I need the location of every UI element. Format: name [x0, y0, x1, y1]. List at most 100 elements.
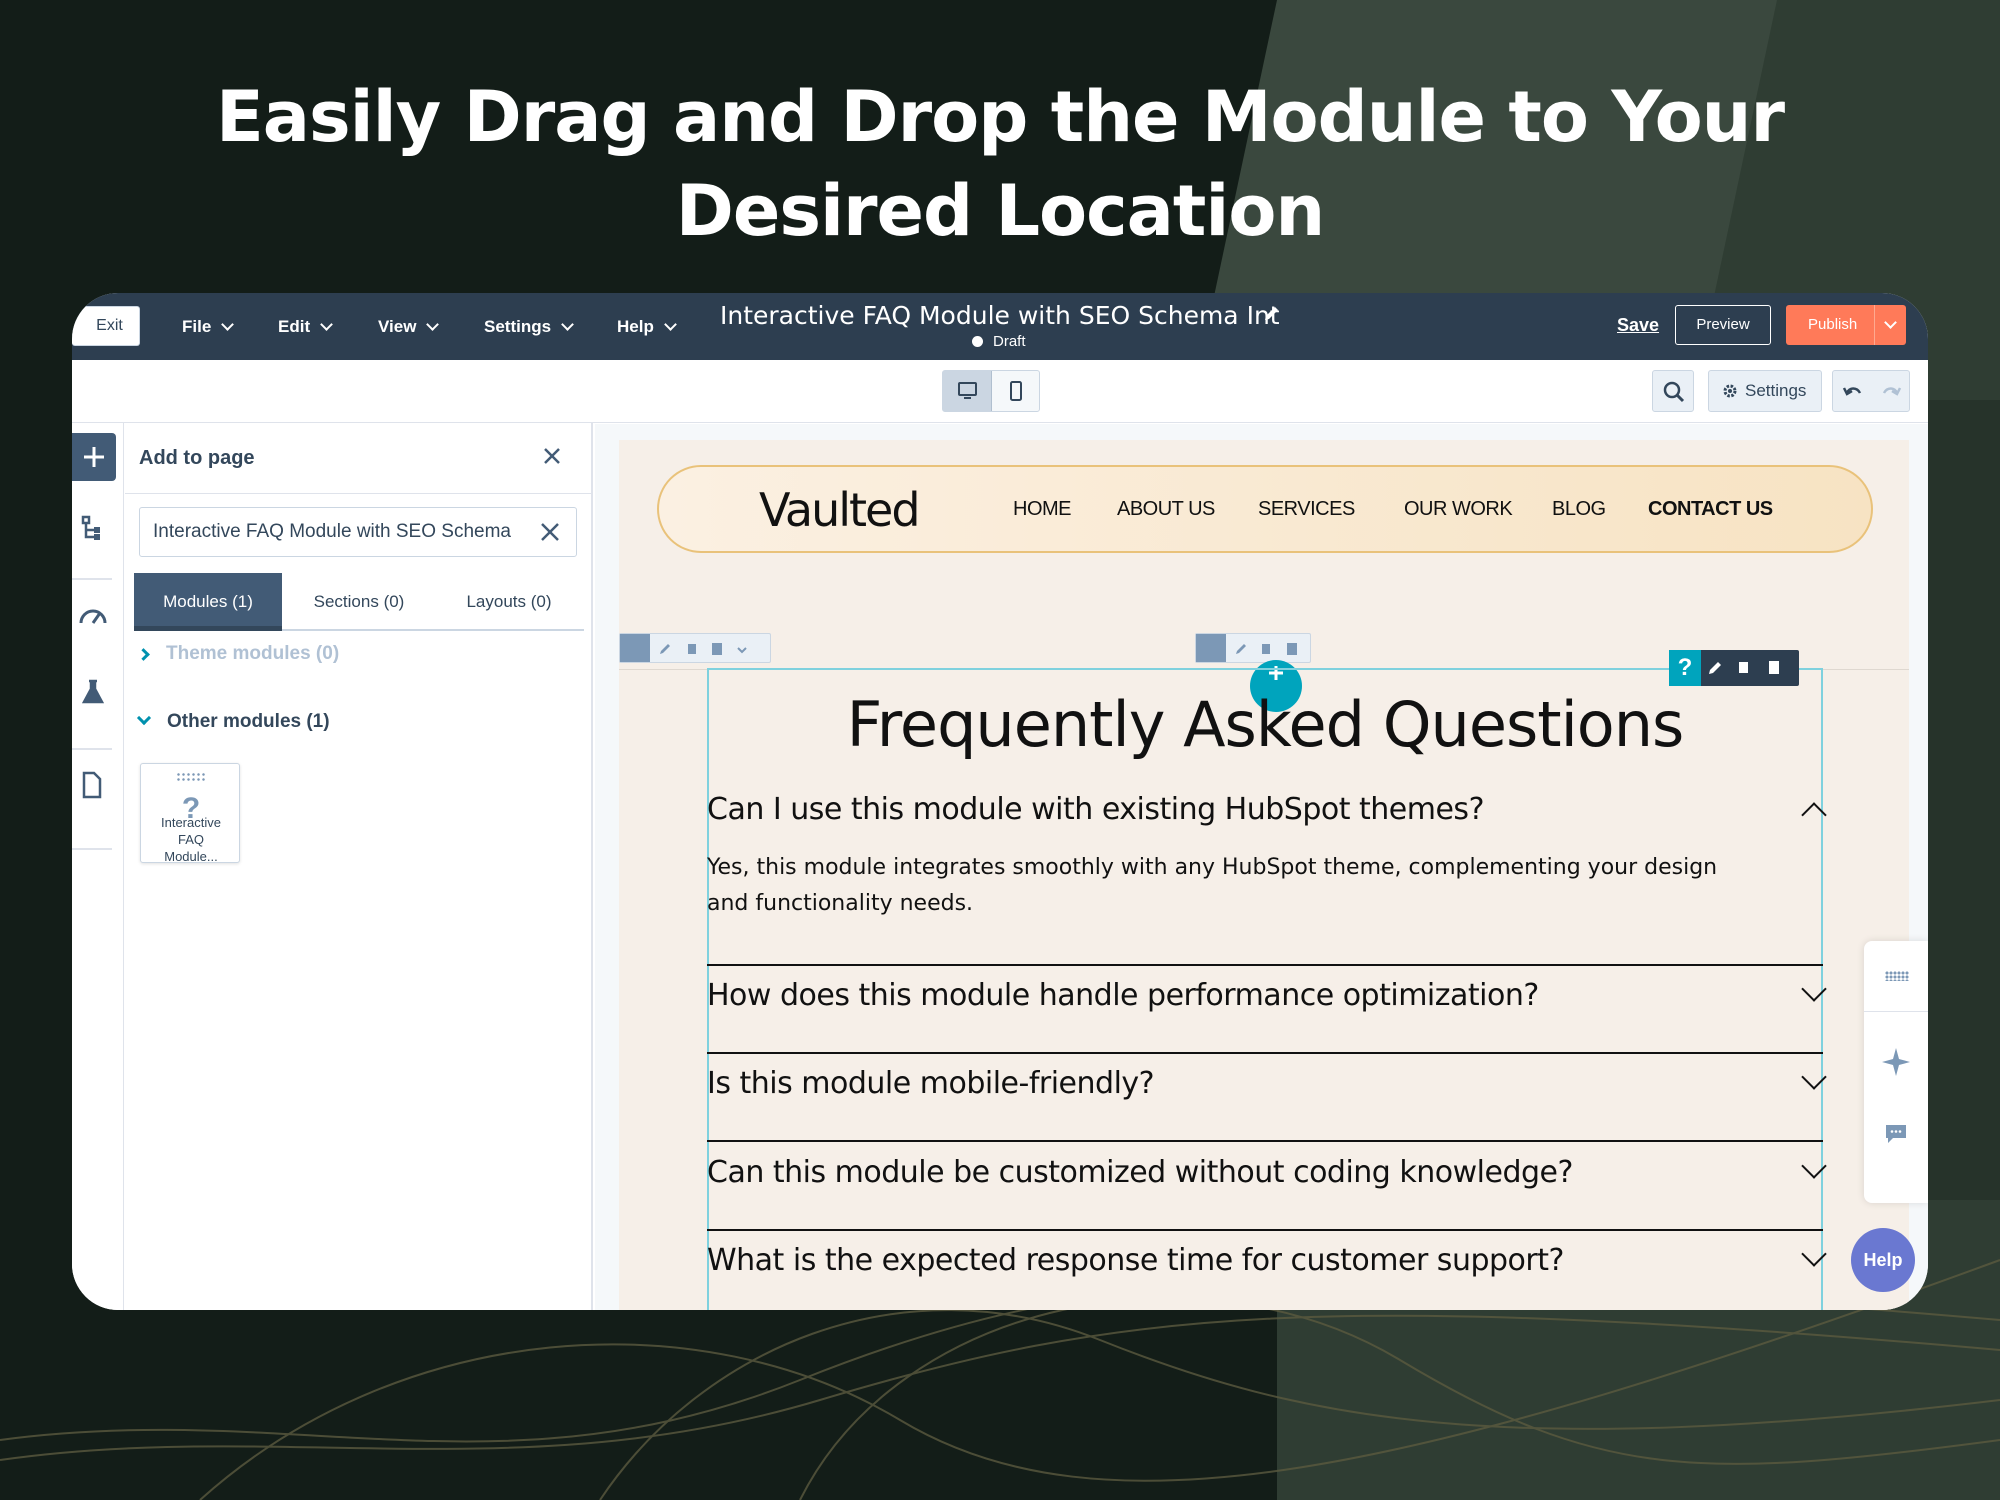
add-button[interactable]: [72, 433, 116, 481]
faq-question[interactable]: What is the expected response time for c…: [707, 1241, 1827, 1278]
rail-divider: [72, 578, 112, 580]
preview-button[interactable]: Preview: [1675, 305, 1771, 345]
chevron-down-icon[interactable]: [1801, 976, 1827, 1002]
faq-answer: Yes, this module integrates smoothly wit…: [707, 855, 1718, 916]
performance-gauge-icon[interactable]: [78, 603, 108, 627]
site-navbar: Vaulted HOME ABOUT US SERVICES OUR WORK …: [657, 465, 1873, 553]
module-actions-icons[interactable]: [1705, 658, 1797, 678]
faq-question-text: Is this module mobile-friendly?: [707, 1066, 1155, 1101]
status-dot-icon: [972, 336, 983, 347]
module-card-label-line: FAQ: [177, 832, 204, 847]
faq-question-text: What is the expected response time for c…: [707, 1243, 1564, 1278]
flask-test-icon[interactable]: [80, 678, 106, 706]
chevron-down-icon: [136, 710, 152, 726]
faq-title: Frequently Asked Questions: [846, 688, 1685, 761]
rail-divider: [72, 748, 112, 750]
close-icon[interactable]: [543, 447, 561, 465]
chevron-down-icon[interactable]: [1801, 1241, 1827, 1267]
drag-handle-icon[interactable]: [1885, 971, 1909, 981]
undo-icon[interactable]: [1841, 381, 1865, 401]
nav-contact-us[interactable]: CONTACT US: [1648, 498, 1773, 521]
layers-tree-icon[interactable]: [80, 515, 104, 543]
undo-redo-group: [1832, 370, 1910, 412]
exit-button[interactable]: Exit: [72, 306, 140, 346]
theme-modules-label: Theme modules (0): [166, 643, 340, 664]
chevron-down-icon[interactable]: [1801, 1064, 1827, 1090]
chevron-down-icon: [221, 317, 235, 331]
module-card-label-line: Module...: [164, 849, 218, 864]
search-icon: [1663, 381, 1685, 403]
headline-line-1: Easily Drag and Drop the Module to Your: [215, 76, 1785, 158]
menu-edit[interactable]: Edit: [278, 293, 333, 360]
help-button[interactable]: Help: [1851, 1228, 1915, 1292]
nav-about-us[interactable]: ABOUT US: [1117, 498, 1215, 521]
column-actions-icons[interactable]: [1232, 640, 1308, 658]
publish-options-chevron-icon[interactable]: [1874, 305, 1906, 345]
nav-our-work[interactable]: OUR WORK: [1404, 498, 1513, 521]
drag-handle-icon[interactable]: [176, 772, 206, 782]
page-preview: Vaulted HOME ABOUT US SERVICES OUR WORK …: [619, 440, 1909, 1310]
clear-search-icon[interactable]: [539, 521, 561, 543]
mobile-view-button[interactable]: [992, 371, 1040, 411]
faq-module-card[interactable]: ? Interactive FAQ Module...: [140, 763, 240, 864]
menu-file[interactable]: File: [182, 293, 235, 360]
menu-help[interactable]: Help: [617, 293, 677, 360]
panel-tabs: Modules (1) Sections (0) Layouts (0): [134, 573, 584, 631]
publish-label: Publish: [1808, 316, 1858, 333]
module-help-icon[interactable]: ?: [1669, 650, 1701, 686]
other-modules-toggle[interactable]: Other modules (1): [136, 710, 330, 733]
faq-question-text: How does this module handle performance …: [707, 978, 1539, 1013]
faq-question[interactable]: Can this module be customized without co…: [707, 1153, 1827, 1190]
chevron-up-icon[interactable]: [1801, 802, 1827, 828]
desktop-view-button[interactable]: [943, 371, 992, 411]
redo-icon[interactable]: [1879, 381, 1903, 401]
faq-divider: [707, 964, 1823, 966]
module-search-input[interactable]: Interactive FAQ Module with SEO Schema: [139, 507, 577, 557]
device-toggle: [942, 370, 1040, 412]
tab-sections[interactable]: Sections (0): [284, 573, 434, 631]
menu-edit-label: Edit: [278, 316, 311, 336]
faq-divider: [707, 1052, 1823, 1054]
rail-divider: [72, 848, 112, 850]
settings-label: Settings: [1745, 381, 1807, 400]
tab-modules[interactable]: Modules (1): [134, 573, 282, 631]
faq-divider: [707, 1229, 1823, 1231]
search-button[interactable]: [1652, 370, 1694, 412]
ai-sparkle-icon[interactable]: [1880, 1046, 1912, 1078]
chevron-down-icon[interactable]: [1801, 1153, 1827, 1179]
menu-help-label: Help: [617, 316, 654, 336]
row-actions-icons[interactable]: [656, 640, 766, 658]
module-card-label-line: Interactive: [161, 815, 221, 830]
menu-file-label: File: [182, 316, 212, 336]
site-logo[interactable]: Vaulted: [759, 483, 921, 537]
nav-home[interactable]: HOME: [1013, 498, 1072, 521]
menu-settings[interactable]: Settings: [484, 293, 574, 360]
faq-question[interactable]: Is this module mobile-friendly?: [707, 1064, 1827, 1101]
pencil-icon[interactable]: [1262, 303, 1282, 323]
faq-question[interactable]: How does this module handle performance …: [707, 976, 1827, 1013]
editor-window: Exit File Edit View Settings Help Intera…: [72, 293, 1928, 1310]
page-document-icon[interactable]: [80, 770, 104, 800]
column-layout-icon[interactable]: [1196, 634, 1226, 662]
faq-question[interactable]: Can I use this module with existing HubS…: [707, 792, 1827, 828]
settings-button[interactable]: Settings: [1708, 370, 1822, 412]
chevron-down-icon: [426, 317, 440, 331]
nav-blog[interactable]: BLOG: [1552, 498, 1606, 521]
nav-services[interactable]: SERVICES: [1258, 498, 1355, 521]
chevron-right-icon: [137, 648, 150, 661]
editor-toolbar: Settings: [72, 360, 1928, 423]
chat-icon[interactable]: [1884, 1123, 1908, 1145]
faq-question-text: Can I use this module with existing HubS…: [707, 792, 1485, 827]
column-toolbar: [1195, 633, 1311, 663]
page-title[interactable]: Interactive FAQ Module with SEO Schema I…: [720, 301, 1280, 330]
tab-layouts[interactable]: Layouts (0): [434, 573, 584, 631]
theme-modules-toggle[interactable]: Theme modules (0): [137, 643, 340, 665]
headline-line-2: Desired Location: [675, 170, 1326, 252]
editor-topbar: Exit File Edit View Settings Help Intera…: [72, 293, 1928, 360]
status-label: Draft: [993, 333, 1026, 350]
menu-view[interactable]: View: [378, 293, 440, 360]
plus-icon: [84, 447, 104, 467]
row-layout-icon[interactable]: [620, 634, 650, 662]
save-button[interactable]: Save: [1617, 315, 1659, 336]
publish-button[interactable]: Publish: [1786, 305, 1906, 345]
